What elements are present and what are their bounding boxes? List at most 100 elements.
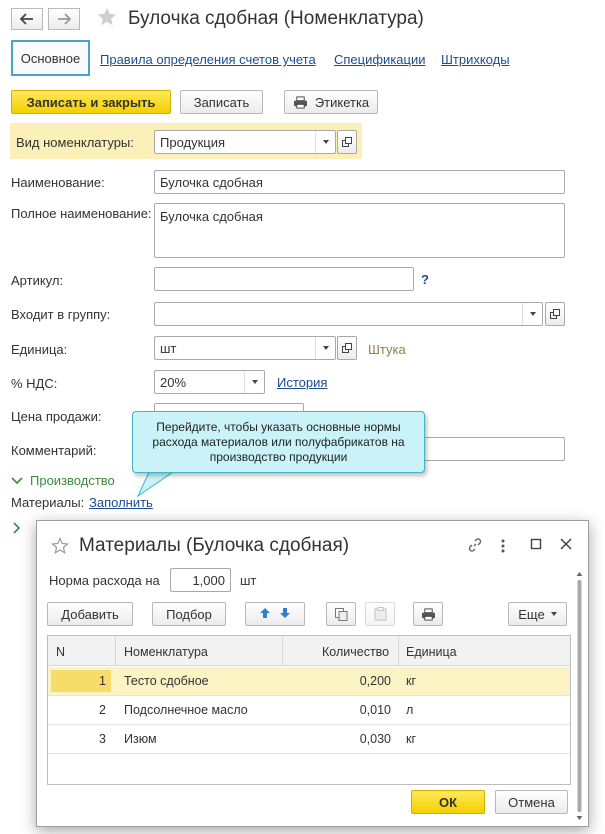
table-header: N Номенклатура Количество Единица xyxy=(48,636,570,666)
production-section-toggle[interactable]: Производство xyxy=(11,473,115,488)
chevron-down-icon xyxy=(529,312,536,316)
unit-select[interactable]: шт xyxy=(154,336,336,360)
link-icon xyxy=(468,538,482,552)
row-qty: 0,010 xyxy=(359,703,391,717)
maximize-icon xyxy=(530,538,542,550)
arrow-right-icon xyxy=(58,13,71,25)
dialog-scrollbar[interactable] xyxy=(576,571,583,821)
table-row[interactable]: 1 Тесто сдобное 0,200 кг xyxy=(48,667,570,696)
article-help-icon[interactable]: ? xyxy=(421,272,429,287)
favorite-button[interactable] xyxy=(96,6,118,31)
group-select[interactable] xyxy=(154,302,543,326)
fullname-textarea[interactable]: Булочка сдобная xyxy=(154,203,565,258)
pick-button[interactable]: Подбор xyxy=(152,602,226,626)
save-close-button[interactable]: Записать и закрыть xyxy=(11,90,171,114)
print-button[interactable] xyxy=(413,602,443,626)
paste-icon xyxy=(374,607,386,621)
row-qty: 0,030 xyxy=(359,732,391,746)
vat-history-link[interactable]: История xyxy=(277,375,327,390)
col-qty[interactable]: Количество xyxy=(322,645,389,659)
printer-icon xyxy=(421,607,435,621)
star-icon xyxy=(51,537,69,554)
vat-dropdown-button[interactable] xyxy=(244,371,264,393)
tab-accounting-rules[interactable]: Правила определения счетов учета xyxy=(100,52,316,67)
copy-icon xyxy=(334,607,347,621)
dialog-favorite-button[interactable] xyxy=(51,537,69,558)
price-label: Цена продажи: xyxy=(11,409,102,424)
kind-open-button[interactable] xyxy=(337,130,357,154)
norm-label: Норма расхода на xyxy=(49,573,160,588)
materials-label: Материалы: xyxy=(11,495,85,510)
tab-main[interactable]: Основное xyxy=(11,40,90,76)
forward-button[interactable] xyxy=(48,8,80,30)
dialog-more-menu-button[interactable] xyxy=(500,538,506,557)
kind-label: Вид номенклатуры: xyxy=(16,135,134,150)
arrow-up-icon xyxy=(260,607,270,618)
fullname-label: Полное наименование: xyxy=(11,206,152,221)
ok-button[interactable]: ОК xyxy=(411,790,485,814)
table-row[interactable]: 2 Подсолнечное масло 0,010 л xyxy=(48,696,570,725)
table-row[interactable]: 3 Изюм 0,030 кг xyxy=(48,725,570,754)
group-open-button[interactable] xyxy=(545,302,565,326)
copy-button[interactable] xyxy=(326,602,356,626)
collapsed-section-toggle[interactable] xyxy=(13,522,21,537)
tab-specifications[interactable]: Спецификации xyxy=(334,52,426,67)
save-button[interactable]: Записать xyxy=(180,90,263,114)
row-unit: кг xyxy=(406,732,417,746)
chevron-down-icon xyxy=(550,612,557,616)
row-n: 2 xyxy=(99,703,106,717)
col-name[interactable]: Номенклатура xyxy=(124,645,208,659)
kind-value: Продукция xyxy=(160,134,226,150)
arrow-down-icon xyxy=(280,607,290,618)
row-qty: 0,200 xyxy=(359,674,391,688)
kind-select[interactable]: Продукция xyxy=(154,130,336,154)
move-down-button[interactable] xyxy=(279,607,291,622)
add-button[interactable]: Добавить xyxy=(47,602,133,626)
kind-dropdown-button[interactable] xyxy=(315,131,335,153)
back-button[interactable] xyxy=(11,8,43,30)
article-input[interactable] xyxy=(154,267,414,291)
open-window-icon xyxy=(342,343,352,353)
print-label-button[interactable]: Этикетка xyxy=(284,90,378,114)
unit-value: шт xyxy=(160,340,177,356)
scrollbar-graphic xyxy=(576,572,583,820)
star-icon xyxy=(97,7,117,26)
move-up-button[interactable] xyxy=(259,607,271,622)
row-n: 1 xyxy=(99,674,106,688)
more-button-label: Еще xyxy=(518,606,545,622)
page-title: Булочка сдобная (Номенклатура) xyxy=(128,8,424,29)
dialog-close-button[interactable] xyxy=(560,538,572,553)
col-unit[interactable]: Единица xyxy=(406,645,457,659)
vat-label: % НДС: xyxy=(11,376,58,391)
row-n: 3 xyxy=(99,732,106,746)
col-n[interactable]: N xyxy=(56,645,65,659)
row-name: Изюм xyxy=(124,732,157,746)
unit-open-button[interactable] xyxy=(337,336,357,360)
vat-value: 20% xyxy=(160,374,187,390)
article-label: Артикул: xyxy=(11,273,64,288)
unit-label: Единица: xyxy=(11,342,68,357)
more-button[interactable]: Еще xyxy=(508,602,567,626)
row-unit: л xyxy=(406,703,414,717)
norm-unit: шт xyxy=(240,573,257,588)
name-input[interactable]: Булочка сдобная xyxy=(154,170,565,194)
tab-barcodes[interactable]: Штрихкоды xyxy=(441,52,510,67)
vat-select[interactable]: 20% xyxy=(154,370,265,394)
norm-input[interactable]: 1,000 xyxy=(170,568,231,592)
print-label-text: Этикетка xyxy=(314,94,370,110)
arrow-left-icon xyxy=(20,13,33,25)
chevron-down-icon xyxy=(11,476,23,484)
cancel-button[interactable]: Отмена xyxy=(495,790,568,814)
more-vertical-icon xyxy=(501,539,505,553)
unit-hint: Штука xyxy=(368,342,406,357)
materials-dialog: Материалы (Булочка сдобная) Норма расход… xyxy=(36,520,589,827)
row-name: Подсолнечное масло xyxy=(124,703,248,717)
dialog-link-button[interactable] xyxy=(467,537,483,556)
dialog-maximize-button[interactable] xyxy=(530,538,542,553)
paste-button[interactable] xyxy=(365,602,395,626)
row-name: Тесто сдобное xyxy=(124,674,209,688)
tooltip-pointer xyxy=(136,470,178,498)
unit-dropdown-button[interactable] xyxy=(315,337,335,359)
group-dropdown-button[interactable] xyxy=(522,303,542,325)
open-window-icon xyxy=(342,137,352,147)
